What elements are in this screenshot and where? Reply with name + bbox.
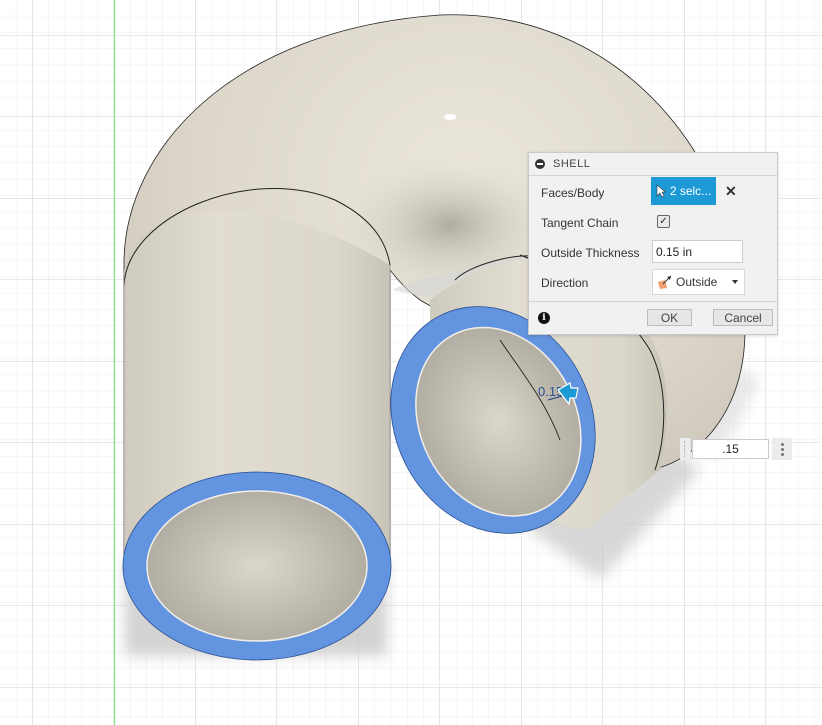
cancel-button[interactable]: Cancel: [713, 309, 773, 326]
clear-selection-icon[interactable]: ✕: [725, 183, 737, 200]
collapse-icon[interactable]: [535, 159, 545, 169]
outside-thickness-label: Outside Thickness: [541, 246, 640, 260]
direction-value: Outside: [676, 275, 718, 289]
outside-direction-icon: [658, 275, 672, 289]
direction-dropdown[interactable]: Outside: [652, 269, 745, 295]
inline-thickness-input[interactable]: [692, 439, 769, 459]
drag-handle[interactable]: [680, 438, 691, 460]
shell-dialog: SHELL Faces/Body 2 selc... ✕ Tangent Cha…: [528, 152, 778, 335]
faces-body-value: 2 selc...: [669, 184, 712, 198]
left-tube-opening: [146, 490, 368, 642]
chevron-down-icon: [732, 280, 738, 284]
faces-body-label: Faces/Body: [541, 186, 605, 200]
ok-button[interactable]: OK: [647, 309, 692, 326]
specular-highlight: [444, 114, 456, 120]
inline-thickness-box: [680, 438, 792, 460]
dialog-header[interactable]: SHELL: [529, 153, 777, 176]
left-tube[interactable]: [122, 188, 392, 661]
canvas-viewport[interactable]: 0.15: [0, 0, 822, 725]
dialog-title: SHELL: [553, 158, 591, 170]
model-view[interactable]: 0.15: [0, 0, 822, 725]
info-icon[interactable]: i: [538, 312, 550, 324]
faces-body-select-button[interactable]: 2 selc...: [651, 177, 716, 205]
outside-thickness-input[interactable]: [652, 240, 743, 263]
more-options-icon[interactable]: [772, 438, 792, 460]
cursor-arrow-icon: [656, 184, 666, 198]
tangent-chain-checkbox[interactable]: ✓: [657, 215, 670, 228]
dialog-footer: i OK Cancel: [529, 301, 777, 334]
direction-label: Direction: [541, 276, 589, 290]
tangent-chain-label: Tangent Chain: [541, 216, 619, 230]
